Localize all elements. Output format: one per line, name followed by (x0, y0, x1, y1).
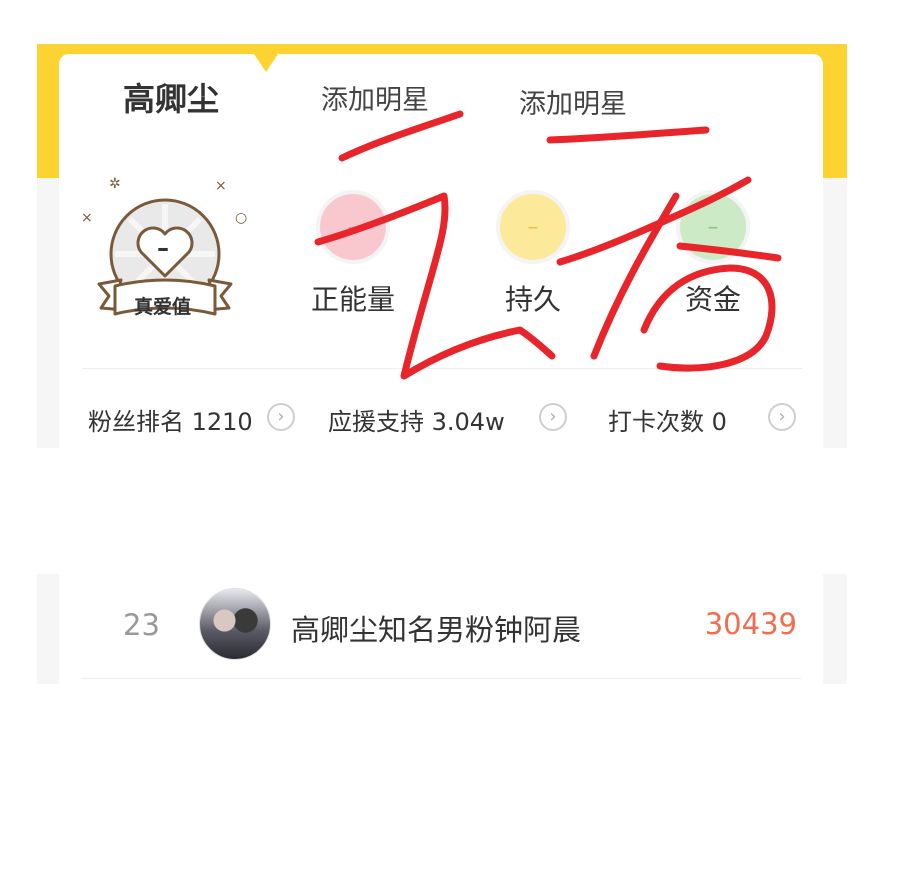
stat-label: 正能量 (310, 283, 395, 316)
checkin-count-link[interactable]: 打卡次数 0 (608, 402, 727, 437)
divider (82, 368, 802, 369)
fan-rank: 23 (123, 608, 160, 642)
stat-value: – (527, 214, 539, 240)
true-love-badge[interactable]: – 真爱值 ✲ × × ○ (81, 174, 251, 334)
stat-persistence[interactable]: – 持久 (463, 190, 603, 318)
badge-value: – (157, 234, 169, 262)
table-row[interactable]: 23 高卿尘知名男粉钟阿晨 30439 (59, 574, 823, 684)
stat-circle: – (316, 190, 390, 264)
stat-value: – (707, 214, 719, 240)
tab-add-star-label-2[interactable]: 添加明星 (519, 82, 627, 121)
stat-value: – (347, 214, 359, 240)
badge-label: 真爱值 (134, 296, 192, 318)
stat-label: 资金 (684, 283, 741, 316)
tab-star-name[interactable]: 高卿尘 (123, 74, 219, 120)
tab-notch (254, 54, 278, 72)
stat-funds[interactable]: – 资金 (643, 190, 783, 318)
stat-positive-energy[interactable]: – 正能量 (283, 190, 423, 318)
sparkle-icon: × (81, 210, 93, 226)
support-link[interactable]: 应援支持 3.04w (328, 402, 505, 437)
sparkle-icon: ○ (235, 210, 248, 226)
fan-rank-link[interactable]: 粉丝排名 1210 (88, 402, 253, 437)
stat-circle: – (496, 190, 570, 264)
chevron-right-icon[interactable]: › (539, 403, 567, 431)
stat-label: 持久 (504, 283, 561, 316)
fan-score: 30439 (704, 607, 797, 641)
fan-list: 23 高卿尘知名男粉钟阿晨 30439 (37, 574, 847, 684)
fan-card: 高卿尘 添加明星 添加明星 – 真爱值 ✲ × × ○ – 正能量 – 持久 –… (37, 44, 847, 448)
chevron-right-icon[interactable]: › (267, 403, 295, 431)
sparkle-icon: ✲ (109, 176, 121, 192)
sparkle-icon: × (215, 178, 227, 194)
fan-name[interactable]: 高卿尘知名男粉钟阿晨 (291, 607, 581, 649)
avatar[interactable] (199, 588, 271, 660)
tab-add-star-label-1[interactable]: 添加明星 (321, 78, 429, 117)
chevron-right-icon[interactable]: › (768, 403, 796, 431)
stat-circle: – (676, 190, 750, 264)
divider (81, 678, 801, 679)
